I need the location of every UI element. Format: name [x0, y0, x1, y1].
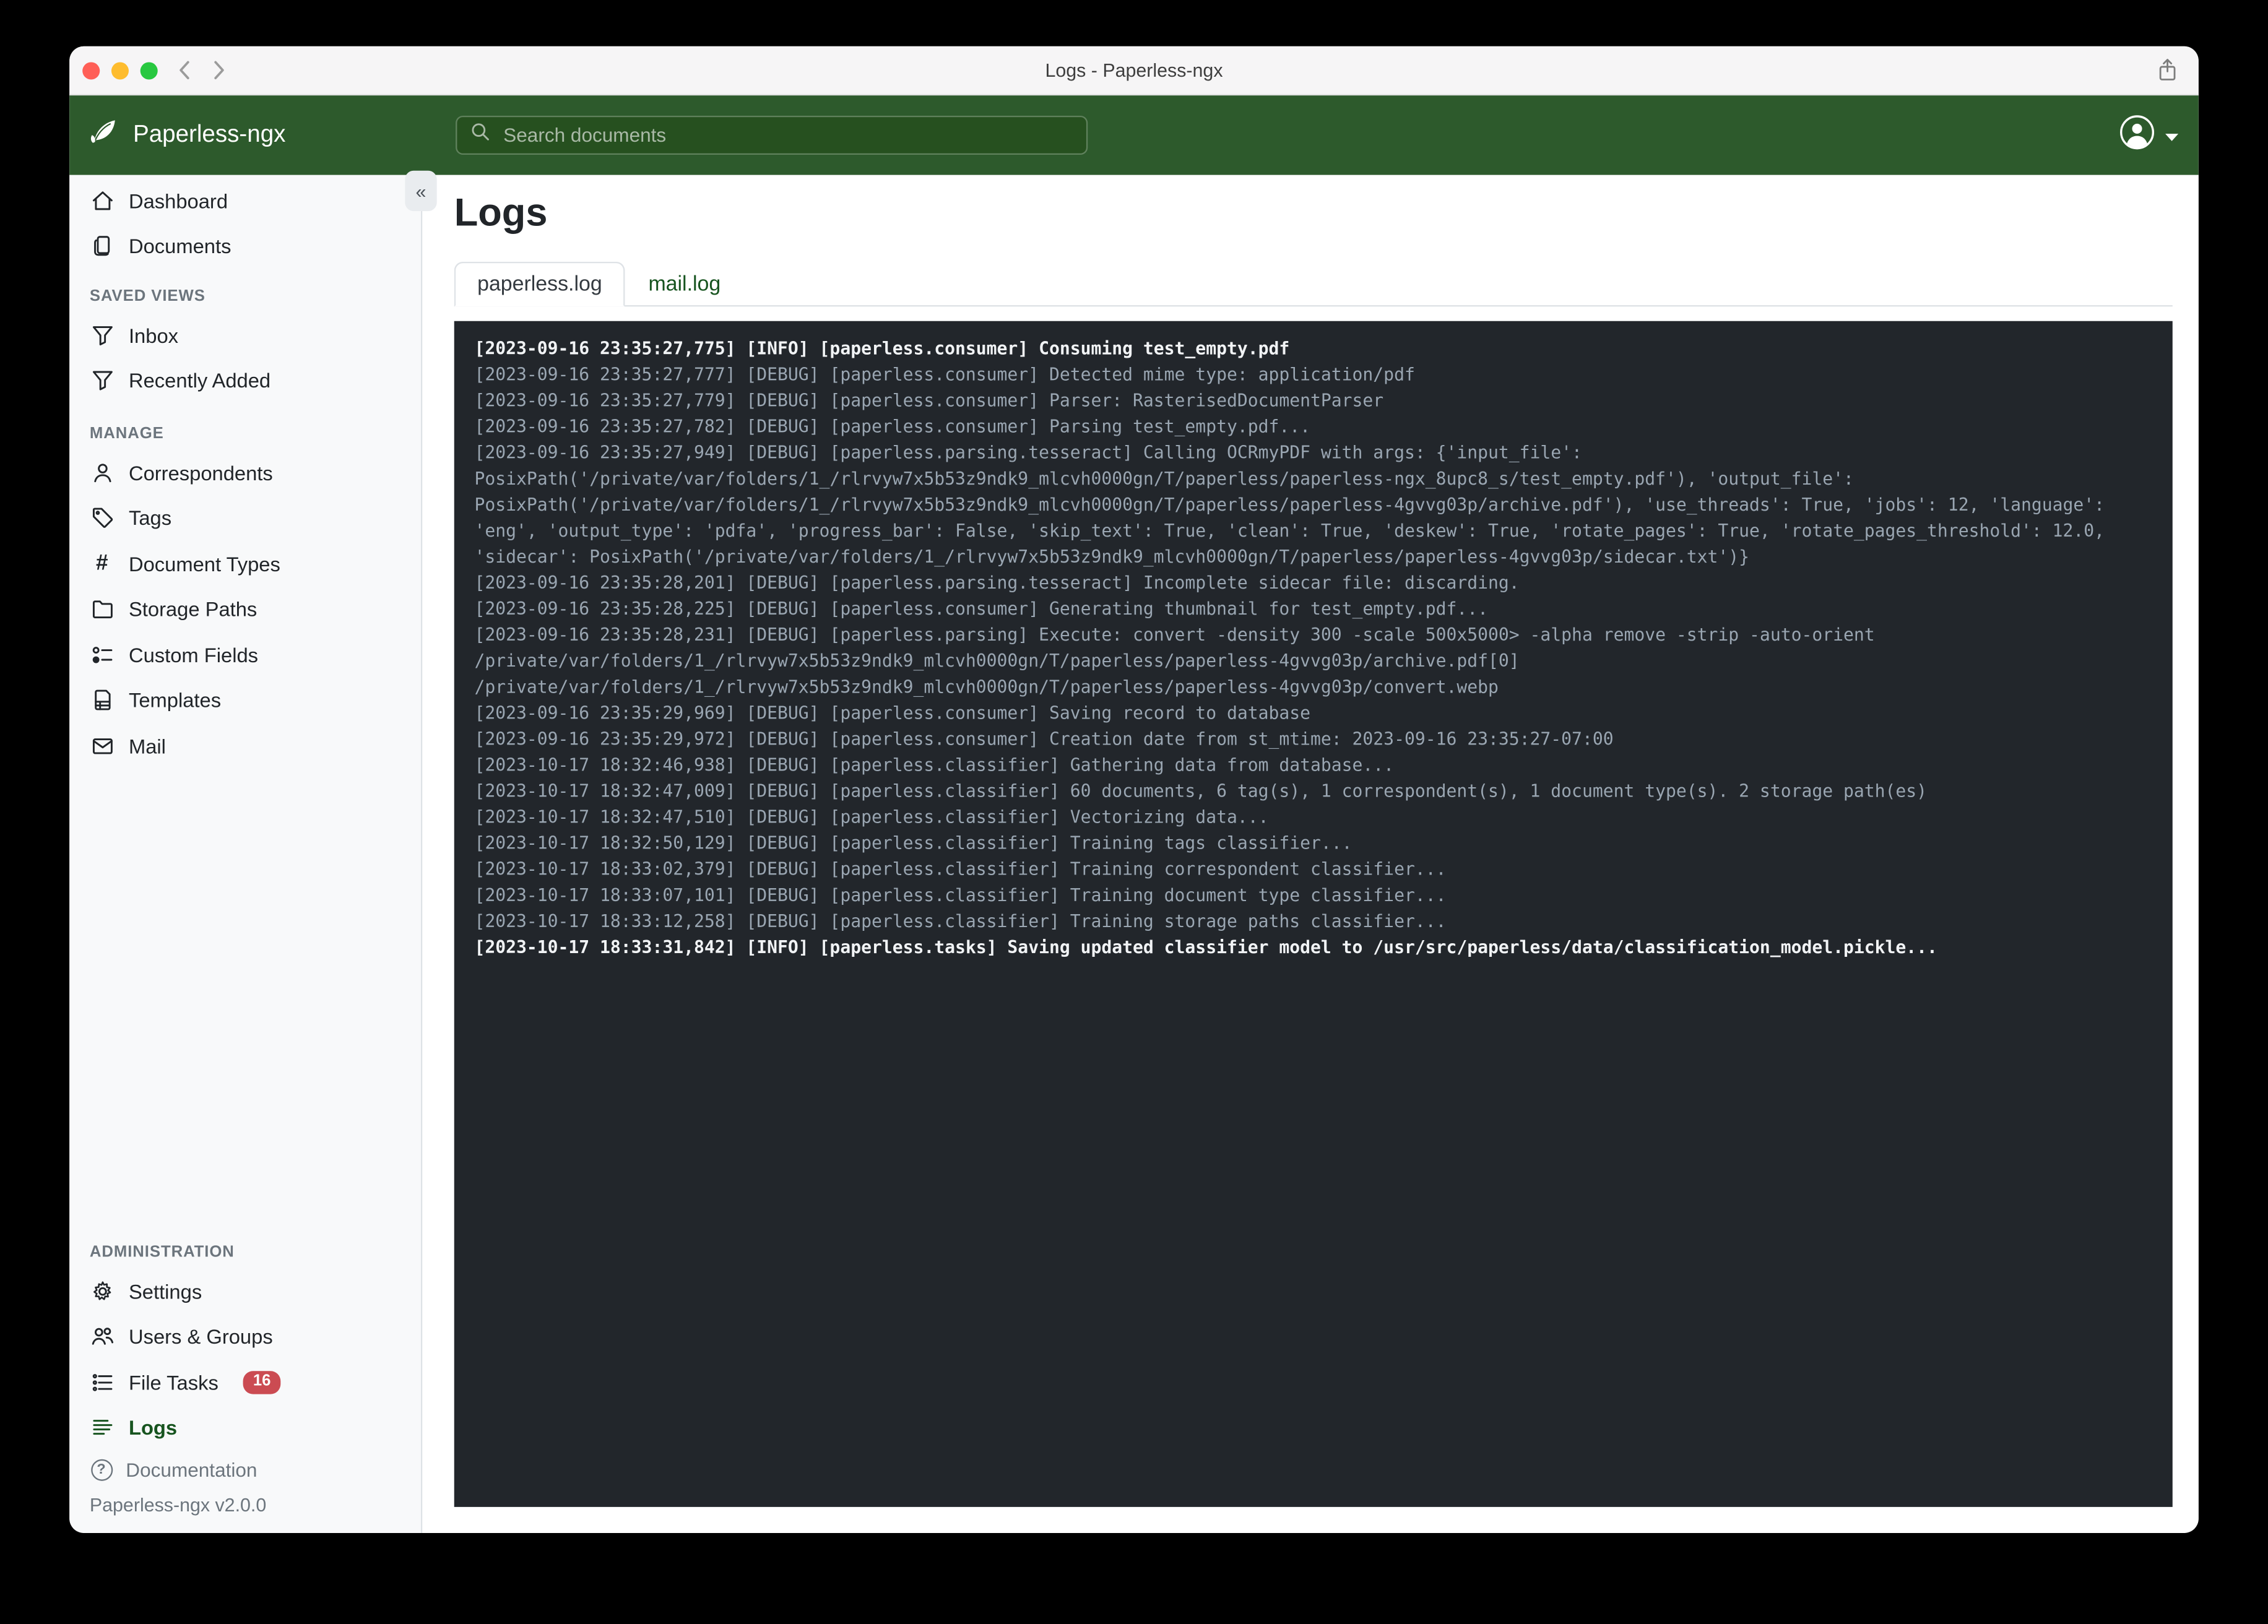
sidebar-footer: ? Documentation Paperless-ngx v2.0.0: [69, 1451, 421, 1533]
brand[interactable]: Paperless-ngx: [89, 116, 286, 155]
log-line: [2023-10-17 18:33:02,379] [DEBUG] [paper…: [474, 859, 1447, 879]
sidebar-item-label: Custom Fields: [128, 643, 259, 667]
log-line: [2023-10-17 18:32:47,510] [DEBUG] [paper…: [474, 806, 1269, 827]
ui-radios-icon: [90, 642, 115, 667]
person-icon: [90, 460, 115, 485]
sidebar-item-label: Recently Added: [128, 369, 271, 392]
sidebar-item-inbox[interactable]: Inbox: [69, 313, 421, 358]
sidebar-item-label: Tags: [128, 506, 172, 530]
home-icon: [90, 188, 115, 213]
sidebar-item-settings[interactable]: Settings: [69, 1268, 421, 1314]
app-navbar: Paperless-ngx: [69, 95, 2199, 175]
sidebar-item-dashboard[interactable]: Dashboard: [69, 178, 421, 223]
sidebar-item-correspondents[interactable]: Correspondents: [69, 450, 421, 496]
sidebar-item-label: Documents: [128, 235, 232, 258]
sidebar-item-recently-added[interactable]: Recently Added: [69, 358, 421, 404]
leaf-logo-icon: [89, 116, 120, 155]
tab-mail-log[interactable]: mail.log: [625, 262, 744, 306]
documentation-label: Documentation: [126, 1458, 258, 1480]
log-console[interactable]: [2023-09-16 23:35:27,775] [INFO] [paperl…: [454, 321, 2173, 1507]
log-line: [2023-09-16 23:35:29,969] [DEBUG] [paper…: [474, 702, 1311, 723]
log-line: [2023-10-17 18:32:50,129] [DEBUG] [paper…: [474, 832, 1353, 853]
share-icon[interactable]: [2157, 46, 2178, 94]
log-line: [2023-10-17 18:32:47,009] [DEBUG] [paper…: [474, 780, 1928, 801]
app-body: Dashboard Documents SAVED VIEWS Inbox Recent…: [69, 170, 2199, 1533]
sidebar-item-label: Document Types: [128, 552, 280, 576]
sidebar-item-templates[interactable]: Templates: [69, 678, 421, 723]
app-version: Paperless-ngx v2.0.0: [89, 1493, 267, 1516]
sidebar-item-logs[interactable]: Logs: [69, 1405, 421, 1451]
gear-icon: [90, 1279, 115, 1303]
person-circle-icon: [2119, 113, 2155, 157]
collapse-sidebar-button[interactable]: «: [405, 170, 437, 212]
log-line: [2023-09-16 23:35:28,201] [DEBUG] [paper…: [474, 572, 1520, 594]
sidebar-item-label: Settings: [128, 1279, 202, 1303]
list-task-icon: [90, 1370, 115, 1394]
sidebar-item-label: Dashboard: [128, 189, 228, 212]
sidebar-item-documents[interactable]: Documents: [69, 223, 421, 269]
log-line: [2023-10-17 18:33:12,258] [DEBUG] [paper…: [474, 911, 1447, 931]
sidebar-heading-saved-views: SAVED VIEWS: [89, 288, 206, 306]
funnel-icon: [90, 323, 115, 348]
sidebar-item-tags[interactable]: Tags: [69, 495, 421, 541]
log-tabs: paperless.log mail.log: [454, 261, 2173, 307]
sidebar-heading-manage: MANAGE: [89, 425, 164, 443]
sidebar-item-label: Logs: [128, 1416, 178, 1440]
body-text-icon: [90, 1415, 115, 1440]
chevron-double-left-icon: «: [415, 179, 426, 202]
titlebar: Logs - Paperless-ngx: [69, 46, 2199, 96]
sidebar-item-label: File Tasks: [128, 1370, 219, 1394]
tag-icon: [90, 506, 115, 530]
log-line: [2023-09-16 23:35:29,972] [DEBUG] [paper…: [474, 728, 1614, 749]
global-search: [456, 115, 1088, 155]
sidebar-item-label: Correspondents: [128, 460, 273, 485]
sidebar-item-label: Templates: [128, 688, 222, 712]
sidebar-item-mail[interactable]: Mail: [69, 723, 421, 769]
funnel-icon: [90, 368, 115, 393]
sidebar-item-users-groups[interactable]: Users & Groups: [69, 1314, 421, 1360]
log-line: [2023-10-17 18:33:07,101] [DEBUG] [paper…: [474, 885, 1447, 905]
log-line: [2023-09-16 23:35:27,777] [DEBUG] [paper…: [474, 364, 1415, 385]
sidebar-item-storage-paths[interactable]: Storage Paths: [69, 587, 421, 633]
tab-paperless-log[interactable]: paperless.log: [454, 261, 626, 307]
log-line: [2023-10-17 18:33:31,842] [INFO] [paperl…: [474, 937, 1937, 957]
main-content: Logs paperless.log mail.log [2023-09-16 2…: [422, 175, 2199, 1533]
question-circle-icon: ?: [90, 1458, 113, 1480]
documentation-link[interactable]: ? Documentation: [69, 1451, 421, 1488]
file-ruled-icon: [90, 688, 115, 713]
window-title: Logs - Paperless-ngx: [1045, 59, 1223, 81]
hash-icon: #: [95, 551, 108, 576]
search-input[interactable]: [500, 123, 1073, 148]
file-tasks-count-badge: 16: [243, 1370, 281, 1394]
envelope-icon: [90, 733, 115, 758]
sidebar-item-document-types[interactable]: # Document Types: [69, 541, 421, 587]
log-line: [2023-09-16 23:35:27,775] [INFO] [paperl…: [474, 338, 1290, 359]
sidebar-heading-administration: ADMINISTRATION: [89, 1243, 235, 1261]
page-title: Logs: [454, 191, 548, 235]
documents-icon: [90, 234, 115, 259]
log-line: [2023-09-16 23:35:27,949] [DEBUG] [paper…: [474, 443, 2115, 567]
sidebar: Dashboard Documents SAVED VIEWS Inbox Recent…: [69, 175, 423, 1533]
sidebar-item-label: Inbox: [128, 323, 179, 347]
log-line: [2023-09-16 23:35:27,779] [DEBUG] [paper…: [474, 390, 1384, 411]
sidebar-item-label: Storage Paths: [128, 597, 258, 621]
sidebar-item-label: Users & Groups: [128, 1325, 273, 1349]
log-line: [2023-10-17 18:32:46,938] [DEBUG] [paper…: [474, 754, 1395, 775]
folder-icon: [90, 597, 115, 621]
search-icon: [470, 121, 490, 149]
log-line: [2023-09-16 23:35:27,782] [DEBUG] [paper…: [474, 416, 1311, 437]
app-window: Logs - Paperless-ngx Paperless-ngx Searc…: [69, 46, 2199, 1533]
people-icon: [90, 1324, 115, 1349]
sidebar-item-label: Mail: [128, 734, 166, 758]
sidebar-item-custom-fields[interactable]: Custom Fields: [69, 632, 421, 678]
desktop: Logs - Paperless-ngx Paperless-ngx Searc…: [0, 0, 2268, 1624]
sidebar-item-file-tasks[interactable]: File Tasks 16: [69, 1360, 421, 1406]
log-line: [2023-09-16 23:35:28,225] [DEBUG] [paper…: [474, 598, 1489, 620]
brand-label: Paperless-ngx: [132, 121, 286, 148]
user-menu[interactable]: [2119, 95, 2179, 175]
log-line: [2023-09-16 23:35:28,231] [DEBUG] [paper…: [474, 624, 1885, 698]
caret-down-icon: [2165, 122, 2179, 148]
